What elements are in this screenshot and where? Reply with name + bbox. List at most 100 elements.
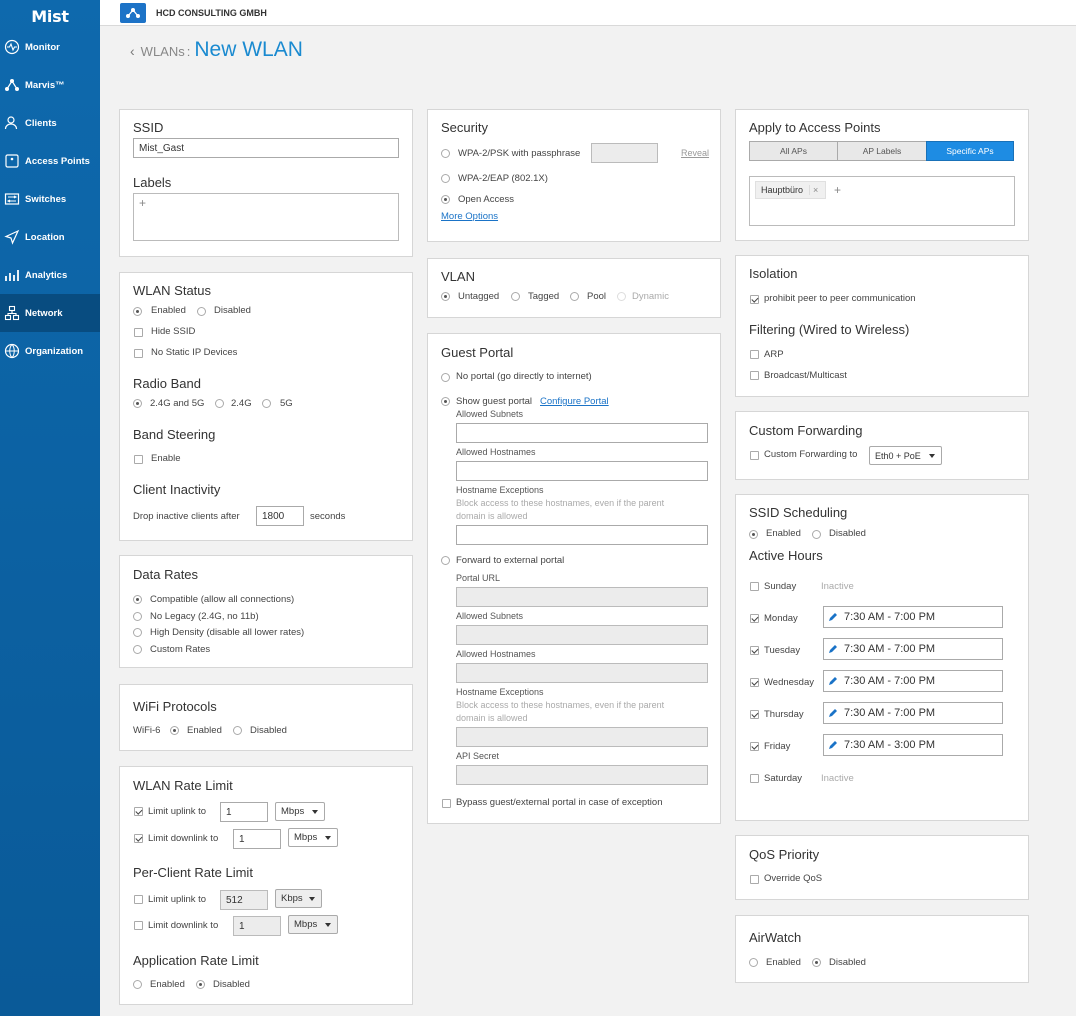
custom-forwarding-checkbox[interactable] [750, 451, 759, 460]
data-rate-radio[interactable] [133, 611, 142, 621]
org-name[interactable]: HCD CONSULTING GMBH [156, 8, 267, 18]
ext-allowed-subnets-input[interactable] [456, 625, 708, 645]
ssid-input[interactable]: Mist_Gast [133, 138, 399, 158]
wifi6-disabled-radio[interactable] [233, 726, 242, 735]
scheduling-disabled-radio[interactable] [812, 530, 821, 539]
band-steering-checkbox[interactable] [134, 455, 143, 464]
forward-portal-radio[interactable] [441, 556, 450, 565]
sidebar-item-monitor[interactable]: Monitor [0, 28, 100, 66]
band-both-radio[interactable] [133, 399, 142, 408]
sidebar-item-access-points[interactable]: Access Points [0, 142, 100, 180]
more-options-link[interactable]: More Options [441, 211, 498, 222]
sidebar-item-marvis[interactable]: Marvis™ [0, 66, 100, 104]
arp-checkbox[interactable] [750, 350, 759, 359]
limit-downlink-input[interactable]: 1 [233, 829, 281, 849]
pc-uplink-checkbox[interactable] [134, 895, 143, 904]
sidebar-item-clients[interactable]: Clients [0, 104, 100, 142]
bypass-portal-checkbox[interactable] [442, 799, 451, 808]
vlan-pool-radio[interactable] [570, 292, 579, 301]
day-checkbox-tuesday[interactable] [750, 646, 759, 655]
vlan-tagged-radio[interactable] [511, 292, 520, 301]
sidebar-item-network[interactable]: Network [0, 294, 100, 332]
limit-downlink-checkbox[interactable] [134, 834, 143, 843]
all-aps-tab[interactable]: All APs [749, 141, 838, 161]
show-portal-radio[interactable] [441, 397, 450, 406]
passphrase-input[interactable] [591, 143, 658, 163]
sidebar-item-organization[interactable]: Organization [0, 332, 100, 370]
vlan-dynamic-radio[interactable] [617, 292, 626, 301]
day-hours-input[interactable]: 7:30 AM - 7:00 PM [823, 670, 1003, 692]
security-heading: Security [441, 120, 488, 135]
portal-url-input[interactable] [456, 587, 708, 607]
data-rate-radio[interactable] [133, 628, 142, 637]
no-portal-radio[interactable] [441, 373, 450, 382]
add-label-icon[interactable]: + [139, 196, 146, 210]
inactivity-seconds-input[interactable]: 1800 [256, 506, 304, 526]
pc-uplink-input[interactable]: 512 [220, 890, 268, 910]
broadcast-checkbox[interactable] [750, 371, 759, 380]
breadcrumb-wlans-link[interactable]: WLANs [141, 44, 185, 59]
day-hours-input[interactable]: 7:30 AM - 7:00 PM [823, 606, 1003, 628]
add-ap-icon[interactable]: + [834, 183, 841, 197]
day-checkbox-friday[interactable] [750, 742, 759, 751]
api-secret-input[interactable] [456, 765, 708, 785]
pc-downlink-input[interactable]: 1 [233, 916, 281, 936]
day-checkbox-wednesday[interactable] [750, 678, 759, 687]
scheduling-enabled-radio[interactable] [749, 530, 758, 539]
day-checkbox-saturday[interactable] [750, 774, 759, 783]
eap-radio[interactable] [441, 174, 450, 183]
portal-url-label: Portal URL [456, 573, 501, 583]
airwatch-enabled-label: Enabled [766, 957, 801, 968]
day-hours-input[interactable]: 7:30 AM - 7:00 PM [823, 638, 1003, 660]
remove-tag-icon[interactable]: × [809, 185, 818, 195]
ap-labels-tab[interactable]: AP Labels [837, 141, 927, 161]
pc-downlink-checkbox[interactable] [134, 921, 143, 930]
sidebar-item-switches[interactable]: Switches [0, 180, 100, 218]
app-limit-disabled-radio[interactable] [196, 980, 205, 989]
back-chevron-icon[interactable]: ‹ [130, 43, 135, 59]
no-static-ip-checkbox[interactable] [134, 349, 143, 358]
band-24-radio[interactable] [215, 399, 224, 408]
peer-isolation-checkbox[interactable] [750, 295, 759, 304]
data-rate-radio[interactable] [133, 644, 142, 654]
psk-radio[interactable] [441, 149, 450, 158]
configure-portal-link[interactable]: Configure Portal [540, 396, 609, 407]
day-label: Sunday [764, 581, 797, 592]
band-5-radio[interactable] [262, 399, 271, 408]
status-disabled-radio[interactable] [197, 307, 206, 316]
day-hours-input[interactable]: 7:30 AM - 3:00 PM [823, 734, 1003, 756]
app-limit-enabled-radio[interactable] [133, 980, 142, 989]
reveal-link[interactable]: Reveal [681, 148, 709, 158]
day-checkbox-monday[interactable] [750, 614, 759, 623]
allowed-subnets-input[interactable] [456, 423, 708, 443]
day-checkbox-thursday[interactable] [750, 710, 759, 719]
allowed-hostnames-input[interactable] [456, 461, 708, 481]
limit-uplink-checkbox[interactable] [134, 807, 143, 816]
ext-allowed-hostnames-input[interactable] [456, 663, 708, 683]
day-checkbox-sunday[interactable] [750, 582, 759, 591]
day-hours-input[interactable]: 7:30 AM - 7:00 PM [823, 702, 1003, 724]
hide-ssid-checkbox[interactable] [134, 328, 143, 337]
forwarding-port-select[interactable]: Eth0 + PoE [869, 446, 942, 465]
wifi6-enabled-radio[interactable] [170, 726, 179, 735]
ssid-scheduling-card: SSID Scheduling Enabled Disabled Active … [735, 494, 1029, 821]
airwatch-enabled-radio[interactable] [749, 958, 758, 967]
sidebar-item-analytics[interactable]: Analytics [0, 256, 100, 294]
limit-uplink-unit-select[interactable]: Mbps [275, 802, 325, 821]
labels-input[interactable]: + [133, 193, 399, 241]
ext-hostname-exceptions-input[interactable] [456, 727, 708, 747]
status-enabled-radio[interactable] [133, 307, 142, 316]
seconds-label: seconds [310, 511, 346, 522]
data-rate-radio[interactable] [133, 595, 142, 604]
limit-downlink-unit-select[interactable]: Mbps [288, 828, 338, 847]
pc-downlink-unit-select[interactable]: Mbps [288, 915, 338, 934]
override-qos-checkbox[interactable] [750, 875, 759, 884]
limit-uplink-input[interactable]: 1 [220, 802, 268, 822]
vlan-untagged-radio[interactable] [441, 292, 450, 301]
pc-uplink-unit-select[interactable]: Kbps [275, 889, 322, 908]
sidebar-item-location[interactable]: Location [0, 218, 100, 256]
open-access-radio[interactable] [441, 195, 450, 204]
hostname-exceptions-input[interactable] [456, 525, 708, 545]
airwatch-disabled-radio[interactable] [812, 958, 821, 967]
specific-aps-tab[interactable]: Specific APs [926, 141, 1014, 161]
